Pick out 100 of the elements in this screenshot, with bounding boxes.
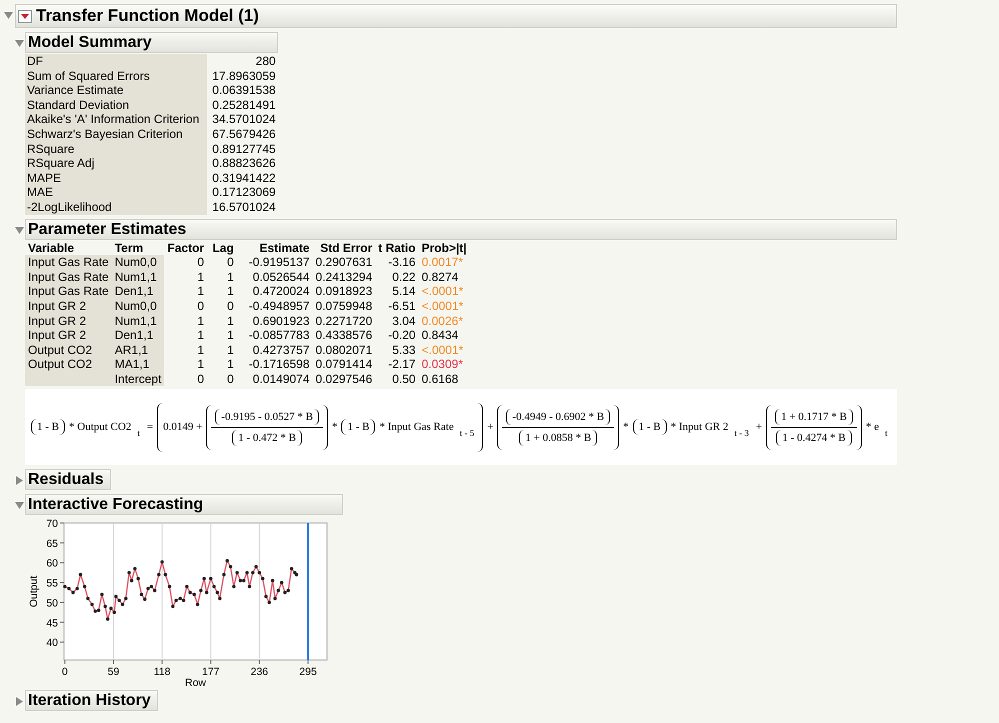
summary-value: 0.06391538	[211, 83, 277, 98]
table-cell: Output CO2	[25, 342, 112, 358]
table-cell-text: -0.4948957	[248, 298, 311, 314]
table-cell-text: 1	[226, 314, 235, 328]
table-cell-text: 1	[196, 342, 206, 358]
table-cell: Input Gas Rate	[25, 255, 112, 270]
table-cell-text: 0.6168	[420, 372, 460, 386]
subscript: t - 3	[733, 428, 750, 438]
section-title[interactable]: Interactive Forecasting	[25, 494, 343, 516]
summary-value: 0.89127745	[211, 142, 277, 156]
table-cell-text: 5.33	[391, 342, 417, 358]
data-point	[216, 591, 220, 595]
section-title[interactable]: Residuals	[25, 469, 111, 490]
data-point	[226, 560, 229, 563]
summary-label: MAPE	[25, 170, 208, 186]
equation-text: 0.0149 +	[162, 421, 204, 434]
disclosure-triangle-icon[interactable]	[15, 501, 24, 510]
table-cell: Input GR 2	[25, 298, 112, 314]
column-header: Variable	[25, 240, 112, 256]
column-header: Factor	[166, 240, 206, 256]
section-title[interactable]: Model Summary	[25, 32, 278, 53]
data-point	[222, 573, 226, 577]
disclosure-triangle-icon[interactable]	[4, 11, 13, 20]
y-tick-label: 45	[46, 618, 58, 630]
disclosure-triangle-icon[interactable]	[15, 476, 24, 486]
table-cell-text: -0.0857783	[248, 328, 311, 343]
table-cell-text: 0.22	[391, 270, 417, 284]
table-cell-text: 0.0309*	[420, 357, 464, 372]
table-cell: Num0,0	[112, 255, 164, 270]
disclosure-triangle-icon[interactable]	[15, 226, 24, 235]
data-point	[248, 585, 252, 589]
equation-text: * Input GR 2	[670, 421, 730, 434]
report-title: Transfer Function Model (1)	[36, 6, 259, 26]
bracketed-expression: 1 + 0.1717 * B	[775, 408, 853, 425]
section-title[interactable]: Iteration History	[25, 690, 158, 712]
table-cell-text: 0.2907631	[314, 255, 374, 270]
summary-value: 0.88823626	[211, 156, 277, 171]
bracketed-expression: -0.4949 - 0.6902 * B	[506, 408, 610, 425]
menu-dropdown-icon[interactable]	[18, 10, 32, 22]
table-cell-text: 1	[226, 284, 235, 299]
equation-text: 1 - B	[346, 421, 370, 434]
summary-value: 16.5701024	[211, 200, 277, 215]
data-point	[204, 591, 208, 595]
data-point	[130, 579, 134, 583]
table-cell: Den1,1	[112, 328, 164, 343]
table-cell: AR1,1	[112, 342, 164, 358]
table-cell-text: 0.0759948	[314, 298, 374, 314]
table-cell-text: 0	[196, 298, 206, 314]
equation-text: 1 - B	[638, 421, 662, 434]
data-point	[127, 571, 131, 575]
section-title[interactable]: Parameter Estimates	[25, 218, 897, 240]
table-cell-text: 0.4720024	[252, 284, 311, 299]
table-cell: Intercept	[112, 372, 164, 386]
summary-label: MAE	[25, 185, 208, 200]
summary-label: -2LogLikelihood	[25, 200, 208, 215]
summary-value: 0.31941422	[211, 170, 277, 186]
x-tick-label: 177	[202, 666, 220, 678]
x-tick-label: 59	[108, 666, 120, 678]
equation-text: +	[754, 421, 764, 434]
disclosure-triangle-icon[interactable]	[15, 39, 24, 48]
table-cell-text: 1	[226, 270, 235, 284]
summary-value: 34.5701024	[211, 112, 277, 127]
subscript: t - 5	[458, 428, 476, 438]
summary-value: 17.8963059	[211, 68, 277, 84]
disclosure-triangle-icon[interactable]	[15, 697, 24, 706]
table-cell-text: -0.20	[387, 328, 417, 343]
table-cell-text: <.0001*	[420, 342, 464, 358]
table-cell-text: 1	[226, 328, 235, 343]
table-cell-text: <.0001*	[420, 284, 464, 299]
x-tick-label: 118	[154, 666, 170, 678]
table-cell-text: 0.0526544	[252, 270, 311, 284]
table-cell-text: 0.2413294	[314, 270, 374, 284]
x-tick-label: 236	[250, 666, 268, 678]
equation-text: *	[622, 421, 630, 434]
summary-label: Schwarz's Bayesian Criterion	[25, 126, 208, 142]
x-tick-label: 0	[62, 666, 68, 678]
data-point	[270, 579, 274, 583]
summary-label: RSquare	[25, 142, 208, 156]
table-cell-text: -0.9195137	[248, 255, 311, 270]
table-cell-text: 0.4273757	[252, 342, 311, 358]
summary-value: 0.25281491	[211, 98, 277, 112]
table-cell-text: 0.0297546	[314, 372, 374, 386]
table-cell: 0.0017*	[418, 255, 470, 270]
data-point	[82, 585, 86, 589]
forecast-handle[interactable]	[307, 523, 310, 660]
table-cell-text: 0.50	[391, 372, 417, 386]
data-point	[86, 597, 90, 601]
bracketed-expression: 1 - 0.472 * B	[232, 430, 302, 446]
data-point	[199, 589, 203, 593]
y-tick-label: 65	[46, 538, 58, 550]
data-point	[218, 597, 222, 601]
data-point	[168, 585, 172, 589]
table-cell: Input GR 2	[25, 314, 112, 328]
table-cell-text: 0.8434	[420, 328, 460, 343]
table-cell-text: 5.14	[391, 284, 417, 299]
table-cell-text: 1	[226, 342, 235, 358]
table-cell-text: 1	[196, 314, 206, 328]
table-cell-text: 0.0791414	[314, 357, 374, 372]
summary-value: 280	[254, 54, 277, 69]
table-cell-text: 1	[226, 357, 235, 372]
